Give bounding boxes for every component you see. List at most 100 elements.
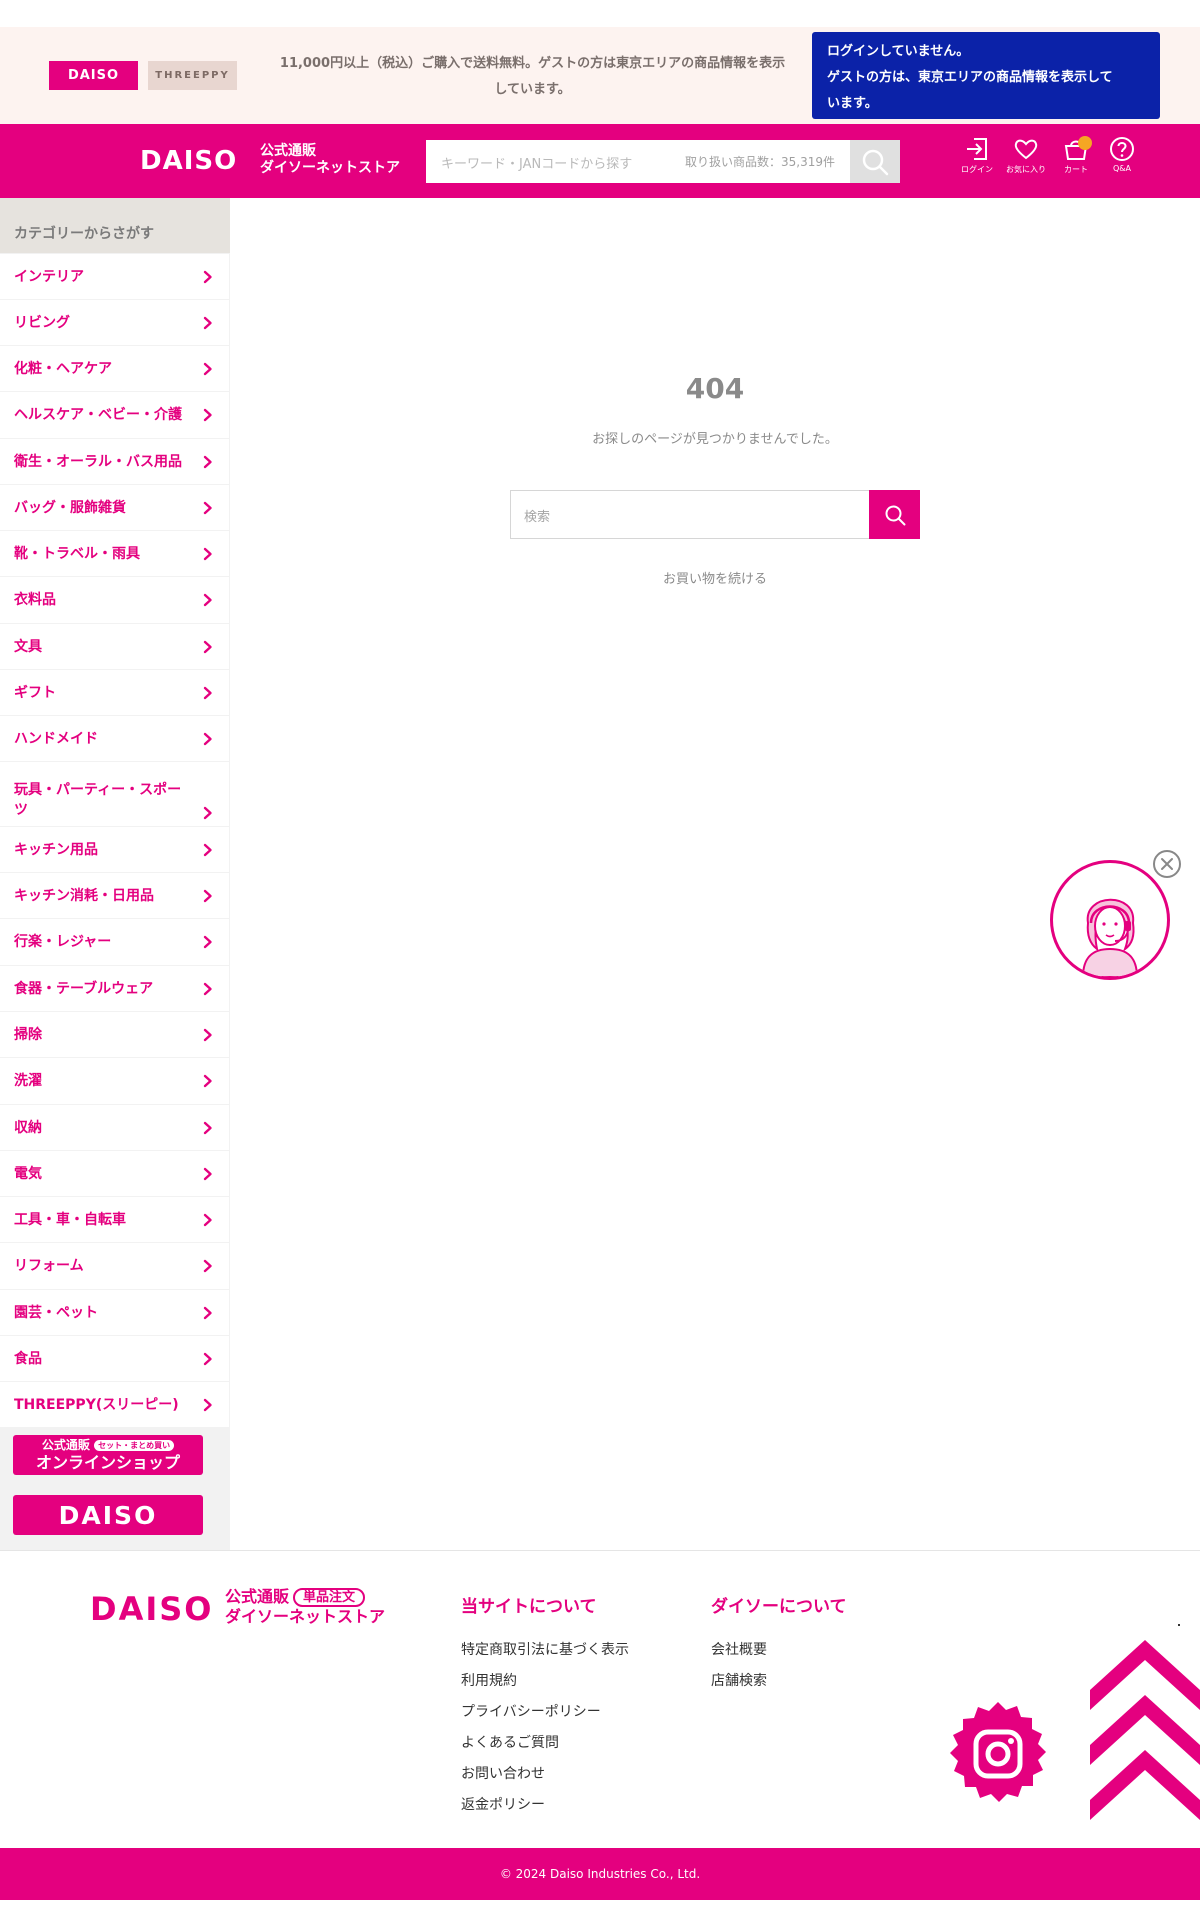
chevron-right-icon <box>203 1259 215 1273</box>
sidebar-category-item[interactable]: リフォーム <box>0 1243 229 1289</box>
footer-divider <box>0 1550 1200 1551</box>
sidebar-category-item[interactable]: ギフト <box>0 670 229 715</box>
chat-close-button[interactable] <box>1153 850 1181 878</box>
sidebar-category-item[interactable]: バッグ・服飾雑貨 <box>0 485 229 530</box>
sidebar-category-item[interactable]: 収納 <box>0 1105 229 1150</box>
sidebar-category-label: 洗濯 <box>14 1073 42 1089</box>
sidebar-category-item[interactable]: キッチン消耗・日用品 <box>0 873 229 918</box>
footer-link-terms[interactable]: 利用規約 <box>461 1666 629 1697</box>
page-search-input[interactable]: 検索 <box>510 490 920 539</box>
sidebar-category-label: 掃除 <box>14 1026 42 1043</box>
sidebar-category-label: バッグ・服飾雑貨 <box>14 499 126 516</box>
instagram-link[interactable] <box>944 1700 1052 1808</box>
category-list: インテリア リビング化粧・ヘアケアヘルスケア・ベビー・介護衛生・オーラル・バス用品… <box>0 254 230 1427</box>
header-brand-sub2: ダイソーネットストア <box>260 160 400 176</box>
error-code: 404 <box>685 372 745 405</box>
chat-support-button[interactable] <box>1050 860 1170 980</box>
footer-link-company[interactable]: 会社概要 <box>711 1635 847 1666</box>
heart-icon <box>1014 139 1038 160</box>
header-favorites-label: お気に入り <box>1006 165 1046 174</box>
header-search-placeholder: キーワード・JANコードから探す <box>441 157 633 172</box>
chevron-up-icon <box>1090 1640 1200 1820</box>
sidebar-category-item[interactable]: THREEPPY(スリーピー) <box>0 1382 229 1427</box>
header-search-input[interactable]: キーワード・JANコードから探す 取り扱い商品数：35,319件 <box>426 140 900 183</box>
sidebar-category-label: ギフト <box>14 684 56 701</box>
cart-count-badge <box>1078 136 1092 150</box>
login-icon <box>967 138 987 160</box>
sidebar-category-item[interactable]: インテリア <box>0 254 229 299</box>
online-banner-line2: オンラインショップ <box>35 1453 180 1472</box>
sidebar-category-item[interactable]: 行楽・レジャー <box>0 919 229 965</box>
page-search-placeholder: 検索 <box>524 510 551 525</box>
sidebar-category-label: 行楽・レジャー <box>14 934 112 950</box>
sidebar-category-item[interactable]: 食品 <box>0 1336 229 1381</box>
sidebar-category-label: キッチン用品 <box>14 841 98 858</box>
chevron-right-icon <box>203 547 215 561</box>
sidebar-category-label: ヘルスケア・ベビー・介護 <box>14 407 182 423</box>
sidebar-category-label: 食品 <box>14 1350 42 1367</box>
header-cart-label: カート <box>1064 165 1088 174</box>
footer-link-contact[interactable]: お問い合わせ <box>461 1759 629 1790</box>
header-favorites-button[interactable]: お気に入り <box>1006 136 1046 186</box>
sidebar-category-item[interactable]: キッチン用品 <box>0 827 229 872</box>
header-login-button[interactable]: ログイン <box>957 136 997 186</box>
copyright-text: © 2024 Daiso Industries Co., Ltd. <box>499 1867 701 1881</box>
daiso-banner[interactable]: DAISO <box>13 1495 203 1535</box>
footer-brand-logo[interactable]: DAISO <box>90 1590 213 1628</box>
sidebar-category-label: 靴・トラベル・雨具 <box>14 545 140 562</box>
chevron-right-icon <box>203 1352 215 1366</box>
threeppy-logo-link[interactable]: THREEPPY <box>148 61 237 90</box>
footer-col2-title: ダイソーについて <box>711 1597 847 1617</box>
footer-brand-sub1: 公式通販 <box>225 1587 290 1606</box>
shipping-notice: 11,000円以上（税込）ご購入で送料無料。ゲストの方は東京エリアの商品情報を表… <box>260 51 805 103</box>
login-status-line2: ゲストの方は、東京エリアの商品情報を表示して <box>827 70 1113 85</box>
sidebar-category-item[interactable]: 園芸・ペット <box>0 1290 229 1335</box>
sidebar-category-item[interactable]: ハンドメイド <box>0 716 229 761</box>
footer-link-store-search[interactable]: 店舗検索 <box>711 1666 847 1697</box>
footer-link-privacy[interactable]: プライバシーポリシー <box>461 1697 629 1728</box>
chevron-right-icon <box>203 408 215 422</box>
instagram-icon <box>950 1702 1046 1802</box>
sidebar-category-item[interactable]: 電気 <box>0 1151 229 1196</box>
footer-brand-pill: 単品注文 <box>293 1588 366 1607</box>
header-qa-button[interactable]: Q&A <box>1102 136 1142 186</box>
sidebar-category-label: 食器・テーブルウェア <box>14 980 154 997</box>
chevron-right-icon <box>203 732 215 746</box>
page-search-button[interactable] <box>869 490 920 539</box>
header-cart-button[interactable]: カート <box>1056 136 1096 186</box>
daiso-logo-link[interactable]: DAISO <box>49 61 138 90</box>
page-top-button[interactable] <box>1090 1640 1200 1825</box>
sidebar-category-item[interactable]: 衛生・オーラル・バス用品 <box>0 439 229 484</box>
sidebar-category-item[interactable]: 文具 <box>0 624 229 669</box>
footer-link-tokusho[interactable]: 特定商取引法に基づく表示 <box>461 1635 629 1666</box>
sidebar-category-item[interactable]: 掃除 <box>0 1012 229 1057</box>
sidebar-category-label: 収納 <box>14 1119 42 1136</box>
sidebar-category-item[interactable]: リビング <box>0 300 229 345</box>
header-brand-subtitle[interactable]: 公式通販 ダイソーネットストア <box>260 143 400 177</box>
login-status-line3: います。 <box>827 96 878 111</box>
chevron-right-icon <box>203 1167 215 1181</box>
footer-link-refund[interactable]: 返金ポリシー <box>461 1790 629 1821</box>
copyright-bar: © 2024 Daiso Industries Co., Ltd. <box>0 1848 1200 1900</box>
header-brand-logo[interactable]: DAISO <box>140 146 237 176</box>
sidebar-category-item[interactable]: 衣料品 <box>0 577 229 623</box>
sidebar-category-label: 化粧・ヘアケア <box>14 360 112 377</box>
online-shop-banner[interactable]: 公式通販 セット・まとめ買い オンラインショップ <box>13 1435 203 1475</box>
chevron-right-icon <box>203 982 215 996</box>
header-search-button[interactable] <box>850 140 900 183</box>
sidebar-category-label: キッチン消耗・日用品 <box>14 887 154 904</box>
chevron-right-icon <box>203 1121 215 1135</box>
continue-shopping-link[interactable]: お買い物を続ける <box>620 568 810 587</box>
footer-link-faq[interactable]: よくあるご質問 <box>461 1728 629 1759</box>
chevron-right-icon <box>203 843 215 857</box>
chevron-right-icon <box>203 806 215 820</box>
sidebar-category-item[interactable]: ヘルスケア・ベビー・介護 <box>0 392 229 438</box>
sidebar-category-label: THREEPPY(スリーピー) <box>14 1396 179 1413</box>
sidebar-category-item[interactable]: 化粧・ヘアケア <box>0 346 229 391</box>
close-icon <box>1161 858 1173 870</box>
sidebar-category-item[interactable]: 食器・テーブルウェア <box>0 966 229 1011</box>
sidebar-category-item[interactable]: 靴・トラベル・雨具 <box>0 531 229 576</box>
sidebar-category-item[interactable]: 洗濯 <box>0 1058 229 1104</box>
sidebar-category-item[interactable]: 工具・車・自転車 <box>0 1197 229 1242</box>
sidebar-category-item[interactable]: 玩具・パーティー・スポーツ <box>0 762 229 826</box>
